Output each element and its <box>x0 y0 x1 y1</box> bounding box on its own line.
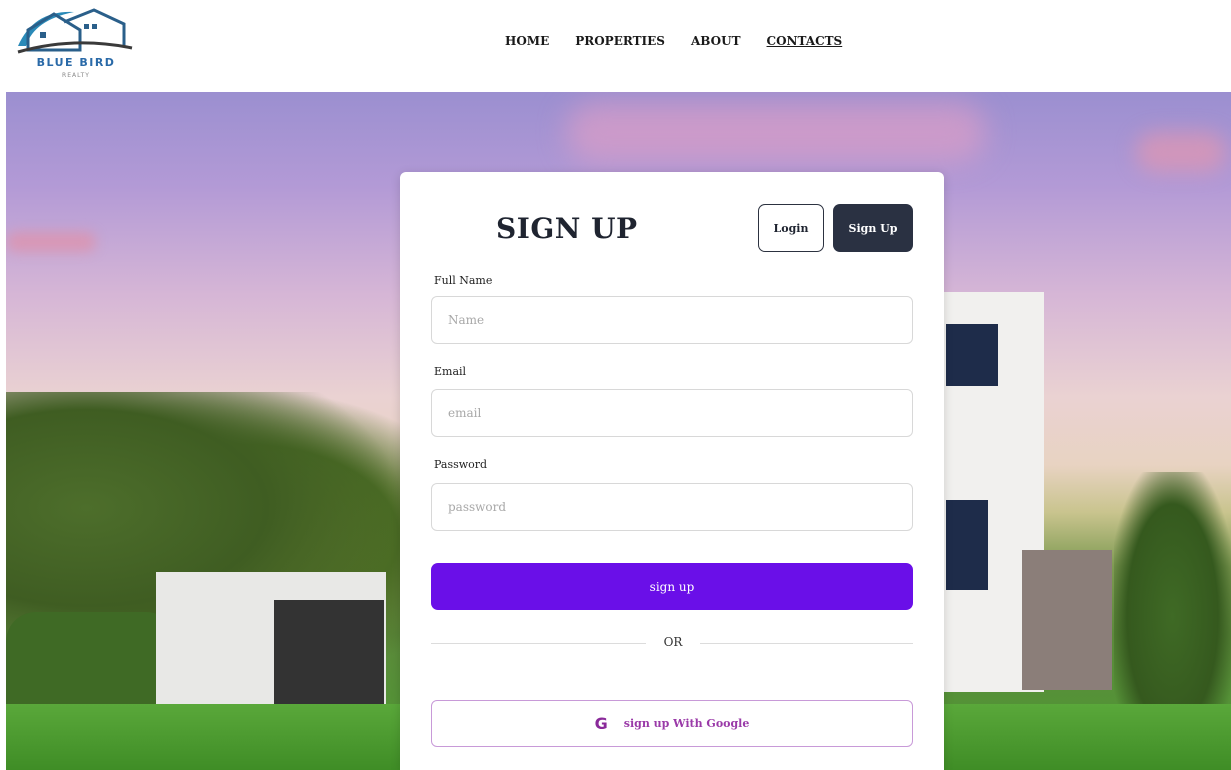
logo-brand-text: BLUE BIRD <box>36 56 116 69</box>
cloud <box>6 232 96 252</box>
logo-sub-text: REALTY <box>62 72 90 79</box>
or-divider-text: OR <box>663 635 683 649</box>
house-window <box>946 500 988 590</box>
google-signup-label: sign up With Google <box>623 717 750 730</box>
house-annex <box>1022 550 1112 690</box>
cloud <box>1136 132 1226 172</box>
house-window <box>946 324 998 386</box>
email-input[interactable] <box>431 389 913 437</box>
divider-line <box>700 643 913 644</box>
nav-home[interactable]: HOME <box>505 34 549 48</box>
trees <box>1114 472 1231 712</box>
password-label: Password <box>434 458 488 471</box>
signup-card: SIGN UP Login Sign Up Full Name Email Pa… <box>400 172 944 770</box>
nav-properties[interactable]: PROPERTIES <box>575 34 665 48</box>
google-icon: G <box>594 714 608 733</box>
nav-about[interactable]: ABOUT <box>691 34 741 48</box>
header: BLUE BIRD REALTY HOME PROPERTIES ABOUT C… <box>0 0 1231 92</box>
full-name-input[interactable] <box>431 296 913 344</box>
nav-contacts[interactable]: CONTACTS <box>767 34 843 48</box>
hedge <box>6 612 176 712</box>
google-signup-button[interactable]: G sign up With Google <box>431 700 913 747</box>
login-tab-button[interactable]: Login <box>758 204 824 252</box>
divider-line <box>431 643 646 644</box>
cloud <box>566 102 986 162</box>
signup-submit-button[interactable]: sign up <box>431 563 913 610</box>
house-logo-icon <box>17 8 133 54</box>
brand-logo[interactable]: BLUE BIRD REALTY <box>14 6 136 82</box>
main-nav: HOME PROPERTIES ABOUT CONTACTS <box>505 34 842 48</box>
form-title: SIGN UP <box>496 212 638 245</box>
password-input[interactable] <box>431 483 913 531</box>
full-name-label: Full Name <box>434 274 493 287</box>
email-label: Email <box>434 365 467 378</box>
signup-tab-button[interactable]: Sign Up <box>833 204 913 252</box>
garden-building-door <box>274 600 384 712</box>
